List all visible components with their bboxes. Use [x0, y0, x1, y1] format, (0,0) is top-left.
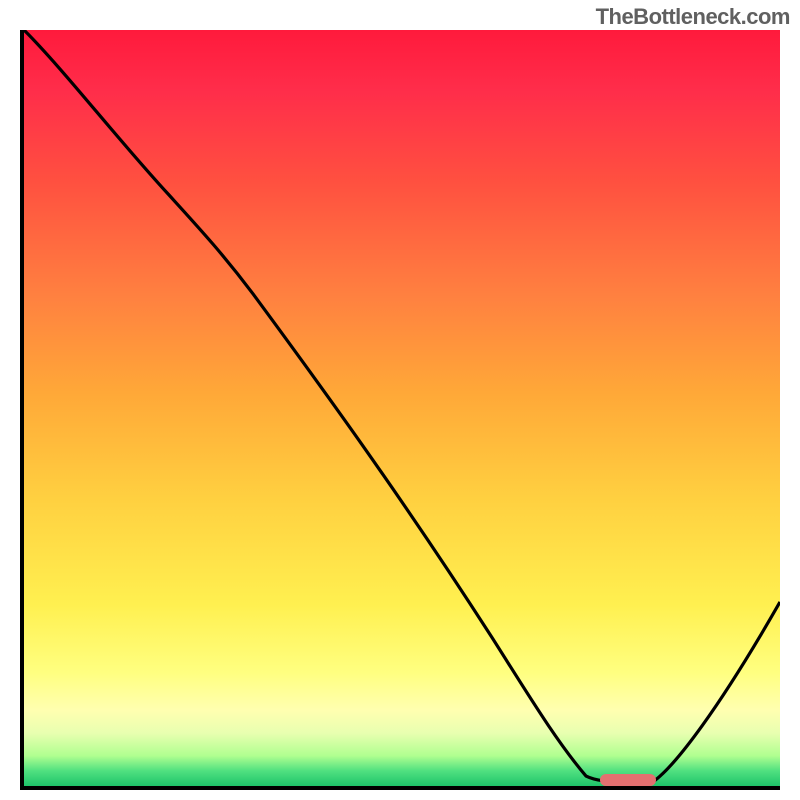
optimal-range-marker	[600, 774, 656, 786]
curve-svg	[24, 30, 780, 786]
chart-container: TheBottleneck.com	[0, 0, 800, 800]
bottleneck-curve	[24, 30, 780, 782]
plot-area	[20, 30, 780, 790]
watermark-text: TheBottleneck.com	[596, 4, 790, 30]
